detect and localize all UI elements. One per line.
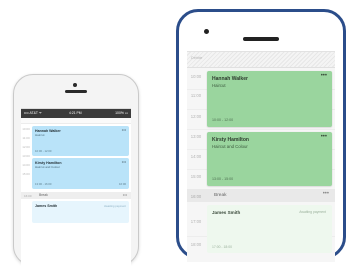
more-options-icon[interactable]: ••• bbox=[122, 127, 126, 132]
iphone-camera bbox=[73, 83, 77, 87]
appointment-card[interactable]: Kirsty Hamilton Haircut and Colour 13:00… bbox=[207, 132, 332, 186]
staff-header[interactable]: Debbie bbox=[187, 52, 335, 68]
time-slot: 12:00 bbox=[190, 114, 202, 119]
status-carrier: •••• AT&T ᯤ bbox=[24, 111, 42, 115]
service-name: Haircut and Colour bbox=[35, 165, 61, 169]
appointment-card[interactable]: Kirsty Hamilton Haircut and Colour 13:00… bbox=[32, 158, 129, 189]
break-time: 16:00 bbox=[24, 193, 32, 198]
android-camera bbox=[204, 29, 209, 34]
android-screen: Debbie 10:00 11:00 12:00 13:00 14:00 15:… bbox=[187, 51, 335, 262]
more-options-icon[interactable]: ••• bbox=[123, 192, 127, 197]
break-row[interactable]: 16:00 Break ••• bbox=[187, 189, 335, 202]
payment-status: Awaiting payment bbox=[103, 204, 126, 208]
client-name: Kirsty Hamilton bbox=[212, 137, 249, 143]
more-options-icon[interactable]: ••• bbox=[321, 134, 327, 140]
appointment-time: 10:00 - 12:00 bbox=[35, 149, 52, 153]
time-slot: 11:00 bbox=[190, 93, 202, 98]
iphone-screen: •••• AT&T ᯤ 4:21 PM 100% ▭ 10:00 11:00 1… bbox=[21, 108, 131, 266]
time-slot: 10:00 bbox=[190, 74, 202, 79]
client-name: James Smith bbox=[35, 204, 58, 208]
more-options-icon[interactable]: ••• bbox=[122, 159, 126, 164]
status-time: 4:21 PM bbox=[69, 111, 82, 115]
service-name: Haircut bbox=[35, 133, 45, 137]
iphone-speaker bbox=[65, 90, 87, 93]
appointment-time: 10:00 - 12:00 bbox=[212, 118, 234, 122]
more-options-icon[interactable]: ••• bbox=[323, 191, 329, 197]
pending-appointment-card[interactable]: James Smith Awaiting payment bbox=[32, 201, 129, 223]
android-speaker bbox=[243, 37, 279, 41]
time-slot: 14:00 bbox=[190, 154, 202, 159]
time-slot: 18:00 bbox=[190, 242, 202, 247]
break-label: Break bbox=[214, 193, 227, 198]
appointment-card[interactable]: Hannah Walker Haircut 10:00 - 12:00 ••• bbox=[32, 126, 129, 156]
staff-name: Debbie bbox=[191, 56, 203, 60]
time-slot: 13:00 bbox=[22, 154, 30, 158]
time-slot: 15:00 bbox=[190, 174, 202, 179]
time-slot: 12:00 bbox=[22, 145, 30, 149]
appointment-time: 13:00 - 15:00 bbox=[212, 177, 234, 181]
time-slot: 17:00 bbox=[190, 219, 202, 224]
client-name: Hannah Walker bbox=[212, 76, 248, 82]
iphone-status-bar: •••• AT&T ᯤ 4:21 PM 100% ▭ bbox=[21, 109, 131, 118]
grid-line bbox=[187, 129, 335, 130]
appointment-time: 17:00 - 18:00 bbox=[212, 245, 232, 249]
payment-status: Awaiting payment bbox=[299, 210, 326, 214]
iphone-device: •••• AT&T ᯤ 4:21 PM 100% ▭ 10:00 11:00 1… bbox=[13, 74, 139, 266]
more-options-icon[interactable]: ••• bbox=[321, 73, 327, 79]
time-slot: 13:00 bbox=[190, 134, 202, 139]
time-slot: 15:00 bbox=[22, 172, 30, 176]
android-device: Debbie 10:00 11:00 12:00 13:00 14:00 15:… bbox=[176, 9, 346, 262]
break-time: 16:00 bbox=[190, 193, 202, 199]
appointment-card[interactable]: Hannah Walker Haircut 10:00 - 12:00 ••• bbox=[207, 71, 332, 127]
status-battery: 100% ▭ bbox=[115, 111, 128, 115]
appointment-time: 13:00 - 16:00 bbox=[35, 182, 52, 186]
iphone-day-header bbox=[21, 118, 131, 124]
break-row[interactable]: 16:00 Break ••• bbox=[21, 192, 131, 199]
time-slot: 14:00 bbox=[22, 163, 30, 167]
service-name: Haircut bbox=[212, 83, 226, 88]
break-label: Break bbox=[39, 193, 48, 197]
service-name: Haircut and Colour bbox=[212, 144, 248, 149]
client-name: James Smith bbox=[212, 210, 241, 215]
pending-appointment-card[interactable]: James Smith Awaiting payment 17:00 - 18:… bbox=[207, 205, 332, 253]
time-slot: 10:00 bbox=[22, 127, 30, 131]
appointment-end-time: 16:00 bbox=[119, 182, 126, 186]
time-slot: 11:00 bbox=[22, 136, 30, 140]
